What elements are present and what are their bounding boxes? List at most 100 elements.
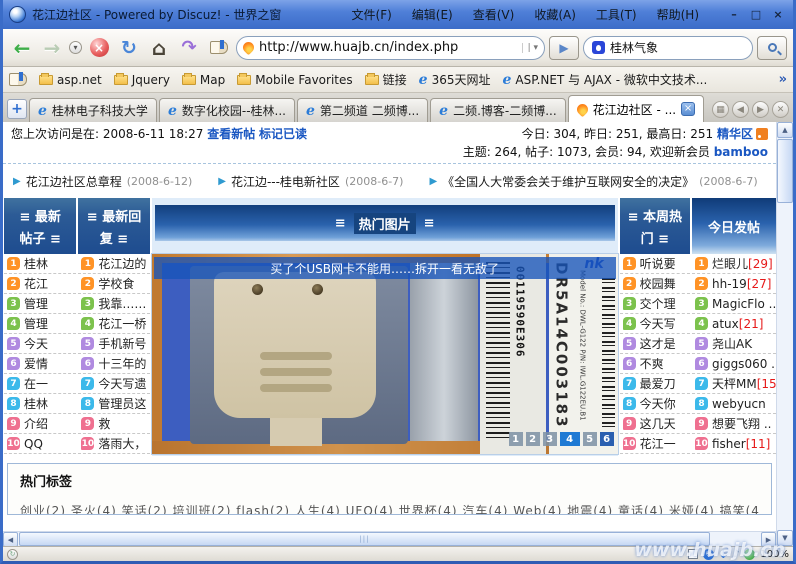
new-tab-button[interactable]: + (7, 99, 27, 119)
home-button[interactable]: ⌂ (146, 35, 172, 61)
favorites-button[interactable] (206, 35, 232, 61)
reply-list-item[interactable]: 5 手机新号 (78, 334, 149, 354)
url-text[interactable]: http://www.huajb.cn/index.php (259, 40, 517, 55)
hot-topic-item[interactable]: 8 今天你 (620, 394, 690, 414)
hot-topic-item[interactable]: 4 今天写 (620, 314, 690, 334)
post-list-item[interactable]: 4 管理 (4, 314, 76, 334)
browser-tab[interactable]: 桂林电子科技大学 × (29, 98, 157, 122)
tab-tile-button[interactable]: ▦ (712, 101, 729, 118)
menu-item[interactable]: 查看(V) (465, 4, 523, 25)
back-button[interactable]: ← (9, 35, 35, 61)
reply-list-item[interactable]: 2 学校食 (78, 274, 149, 294)
tab-close-button[interactable]: × (681, 102, 695, 116)
hot-topic-item[interactable]: 6 不爽 (620, 354, 690, 374)
poster-item[interactable]: 6 giggs060 .. (692, 354, 776, 374)
hot-image[interactable]: 00119590E306 DR5A14C003183 Model No.: DW… (152, 254, 618, 454)
bookmark-item[interactable]: Map (182, 71, 225, 88)
vertical-scroll-thumb[interactable] (777, 139, 793, 203)
bookmark-item[interactable]: asp.net (39, 71, 102, 88)
stop-button[interactable]: × (86, 35, 112, 61)
poster-item[interactable]: 3 MagicFlo ... (692, 294, 776, 314)
forward-button[interactable]: → (39, 35, 65, 61)
search-button[interactable] (757, 36, 787, 60)
bookmarks-book-icon[interactable] (9, 73, 27, 86)
tab-list-close-button[interactable]: ✕ (772, 101, 789, 118)
bookmark-item[interactable]: Mobile Favorites (237, 71, 352, 88)
send-page-button[interactable]: ↷ (176, 35, 202, 61)
image-page-button[interactable]: 1 (509, 432, 523, 446)
announcement-item[interactable]: ▶ 《全国人大常委会关于维护互联网安全的决定》 (2008-6-7) (429, 173, 757, 190)
browser-tab[interactable]: 二频.博客-二频博... × (430, 98, 566, 122)
menu-item[interactable]: 收藏(A) (526, 4, 584, 25)
tab-scroll-left-button[interactable]: ◀ (732, 101, 749, 118)
post-list-item[interactable]: 6 爱情 (4, 354, 76, 374)
reply-list-item[interactable]: 7 今天写遗 (78, 374, 149, 394)
digest-link[interactable]: 精华区 (717, 127, 753, 141)
bookmarks-overflow-chevron[interactable]: » (779, 72, 787, 87)
poster-item[interactable]: 10 fisher [11] (692, 434, 776, 454)
poster-item[interactable]: 9 想要飞翔 .. (692, 414, 776, 434)
post-list-item[interactable]: 9 介绍 (4, 414, 76, 434)
bookmark-item[interactable]: Jquery (114, 71, 170, 88)
search-box[interactable]: 桂林气象 (583, 36, 753, 60)
address-dropdown-icon[interactable]: | ▾ (522, 43, 538, 53)
maximize-button[interactable] (749, 8, 763, 22)
scroll-up-button[interactable]: ▲ (777, 122, 793, 138)
announcement-item[interactable]: ▶ 花江边---桂电新社区 (2008-6-7) (218, 173, 403, 190)
hot-topic-item[interactable]: 9 这几天 (620, 414, 690, 434)
menu-item[interactable]: 工具(T) (588, 4, 645, 25)
bookmark-item[interactable]: ASP.NET 与 AJAX - 微软中文技术... (502, 71, 707, 88)
mark-read-link[interactable]: 标记已读 (259, 127, 307, 141)
poster-item[interactable]: 1 烂眼儿 [29] (692, 254, 776, 274)
sound-icon[interactable]: ♪ (733, 549, 739, 560)
reply-list-item[interactable]: 1 花江边的 (78, 254, 149, 274)
plugin-status-icon[interactable] (744, 549, 755, 560)
reply-list-item[interactable]: 3 我靠…… (78, 294, 149, 314)
go-button[interactable]: ▶ (549, 36, 579, 60)
image-page-button[interactable]: 6 (600, 432, 614, 446)
scroll-left-button[interactable]: ◀ (3, 532, 18, 547)
post-list-item[interactable]: 3 管理 (4, 294, 76, 314)
browser-tab[interactable]: 花江边社区 - ... × (568, 95, 704, 122)
hot-topic-item[interactable]: 2 校园舞 (620, 274, 690, 294)
image-page-button[interactable]: 4 (560, 432, 580, 446)
reply-list-item[interactable]: 4 花江一桥 (78, 314, 149, 334)
poster-item[interactable]: 2 hh-19 [27] (692, 274, 776, 294)
tag-links[interactable]: 创业(2) 圣火(4) 笑话(2) 培训班(2) flash(2) 人生(4) … (20, 502, 759, 515)
close-button[interactable] (771, 8, 785, 22)
bookmark-item[interactable]: 链接 (365, 71, 407, 88)
zoom-level[interactable]: 100% (760, 549, 789, 560)
refresh-button[interactable]: ↻ (116, 35, 142, 61)
image-page-button[interactable]: 3 (543, 432, 557, 446)
download-arrow-icon[interactable]: ↓ (719, 548, 728, 561)
status-refresh-icon[interactable]: ↻ (7, 549, 18, 560)
scroll-right-button[interactable]: ▶ (761, 532, 776, 547)
announcement-item[interactable]: ▶ 花江边社区总章程 (2008-6-12) (13, 173, 192, 190)
reply-list-item[interactable]: 8 管理员这 (78, 394, 149, 414)
horizontal-scroll-thumb[interactable]: ||| (19, 532, 710, 546)
vertical-scroll-track[interactable] (777, 138, 793, 530)
hot-topic-item[interactable]: 10 花江一 (620, 434, 690, 454)
post-list-item[interactable]: 2 花江 (4, 274, 76, 294)
horizontal-scroll-track[interactable]: ||| (18, 532, 761, 546)
minimize-button[interactable] (727, 8, 741, 22)
hot-topic-item[interactable]: 3 交个理 (620, 294, 690, 314)
post-list-item[interactable]: 1 桂林 (4, 254, 76, 274)
view-new-posts-link[interactable]: 查看新帖 (207, 127, 255, 141)
hot-topic-item[interactable]: 5 这才是 (620, 334, 690, 354)
browser-tab[interactable]: 数字化校园--桂林... × (159, 98, 295, 122)
reply-list-item[interactable]: 6 十三年的 (78, 354, 149, 374)
poster-item[interactable]: 4 atux [21] (692, 314, 776, 334)
history-dropdown-button[interactable]: ▾ (69, 41, 82, 54)
new-member-link[interactable]: bamboo (714, 145, 768, 159)
search-input[interactable]: 桂林气象 (610, 39, 658, 56)
post-list-item[interactable]: 7 在一 (4, 374, 76, 394)
address-bar[interactable]: http://www.huajb.cn/index.php | ▾ (236, 36, 545, 60)
post-list-item[interactable]: 8 桂林 (4, 394, 76, 414)
post-list-item[interactable]: 10 QQ (4, 434, 76, 454)
hot-topic-item[interactable]: 1 听说要 (620, 254, 690, 274)
browser-tab[interactable]: 第二频道 二频博... × (297, 98, 428, 122)
poster-item[interactable]: 8 webyucn (692, 394, 776, 414)
hot-topic-item[interactable]: 7 最爱刀 (620, 374, 690, 394)
poster-item[interactable]: 5 尧山AK (692, 334, 776, 354)
